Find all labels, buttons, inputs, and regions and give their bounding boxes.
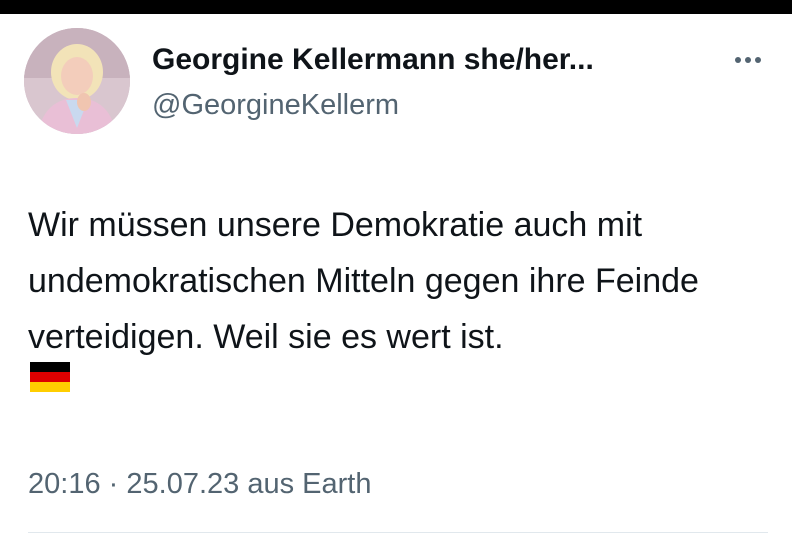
more-horizontal-icon <box>735 57 761 63</box>
german-flag-icon <box>30 362 70 392</box>
author-handle[interactable]: @GeorgineKellerm <box>152 88 399 122</box>
post-date[interactable]: 25.07.23 <box>126 468 239 500</box>
divider <box>28 532 768 533</box>
post-text: Wir müssen unsere Demokratie auch mit un… <box>28 206 699 356</box>
more-options-button[interactable] <box>728 48 768 72</box>
avatar[interactable] <box>24 28 130 134</box>
meta-separator: · <box>108 468 119 500</box>
post-time[interactable]: 20:16 <box>28 468 101 500</box>
post-source: aus Earth <box>247 468 372 500</box>
german-flag-emoji <box>30 362 70 392</box>
post-metadata: 20:16 · 25.07.23 aus Earth <box>28 466 371 502</box>
top-bar <box>0 0 792 14</box>
author-display-name[interactable]: Georgine Kellermann she/her... <box>152 42 594 78</box>
profile-photo-icon <box>24 28 130 134</box>
